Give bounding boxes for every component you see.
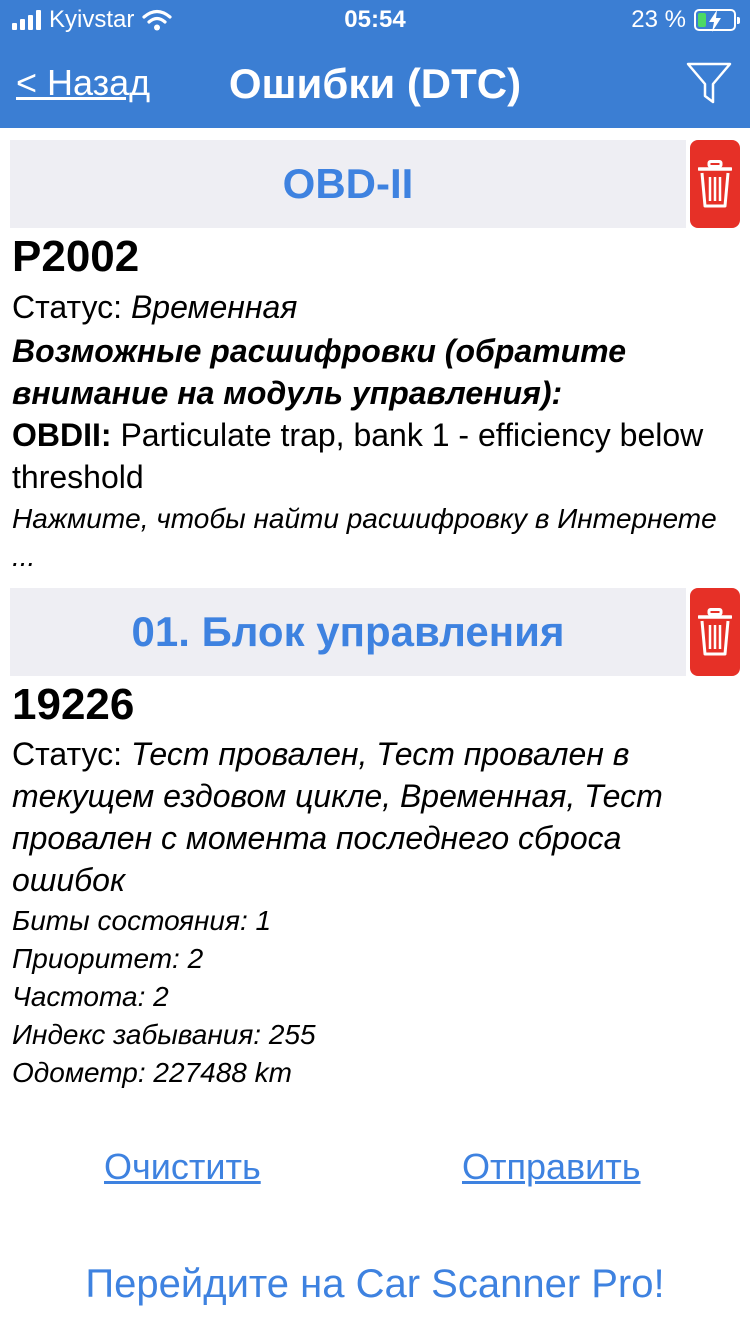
trash-icon: [698, 608, 732, 656]
page-title: Ошибки (DTC): [228, 60, 522, 107]
charging-bolt-icon: [709, 10, 721, 32]
status-bar: Kyivstar 05:54 23 %: [0, 0, 750, 40]
delete-obd2-button[interactable]: [690, 140, 740, 228]
battery-percent: 23 %: [631, 6, 686, 33]
dtc-code: 19226: [12, 680, 135, 729]
dtc-code: P2002: [12, 232, 140, 281]
decode-prefix: OBDII:: [12, 417, 112, 453]
filter-icon[interactable]: [684, 58, 734, 108]
battery-icon: [694, 9, 740, 32]
clear-button[interactable]: Очистить: [104, 1146, 261, 1188]
dtc-status: Статус: Тест провален, Тест провален в т…: [12, 733, 738, 901]
status-label: Статус:: [12, 289, 131, 325]
section-header-obd2: OBD-II: [10, 140, 686, 228]
delete-control-unit-button[interactable]: [690, 588, 740, 676]
detail-frequency: Частота: 2: [12, 981, 169, 1012]
detail-priority: Приоритет: 2: [12, 943, 204, 974]
dtc-decode: OBDII: Particulate trap, bank 1 - effici…: [12, 414, 738, 498]
status-value: Временная: [130, 289, 298, 325]
search-online-link[interactable]: Нажмите, чтобы найти расшифровку в Интер…: [12, 500, 738, 576]
dtc-status: Статус: Временная: [12, 286, 738, 328]
status-label: Статус:: [12, 736, 131, 772]
detail-status-bits: Биты состояния: 1: [12, 905, 272, 936]
status-right: 23 %: [631, 6, 740, 34]
possible-decodes-label: Возможные расшифровки (обратите внимание…: [12, 333, 626, 411]
trash-icon: [698, 160, 732, 208]
detail-odometer: Одометр: 227488 km: [12, 1057, 292, 1088]
decode-text: Particulate trap, bank 1 - efficiency be…: [12, 417, 704, 495]
upgrade-pro-link[interactable]: Перейдите на Car Scanner Pro!: [0, 1262, 750, 1307]
navigation-bar: < Назад Ошибки (DTC): [0, 40, 750, 128]
section-header-control-unit: 01. Блок управления: [10, 588, 686, 676]
detail-forget-index: Индекс забывания: 255: [12, 1019, 316, 1050]
send-button[interactable]: Отправить: [462, 1146, 641, 1188]
